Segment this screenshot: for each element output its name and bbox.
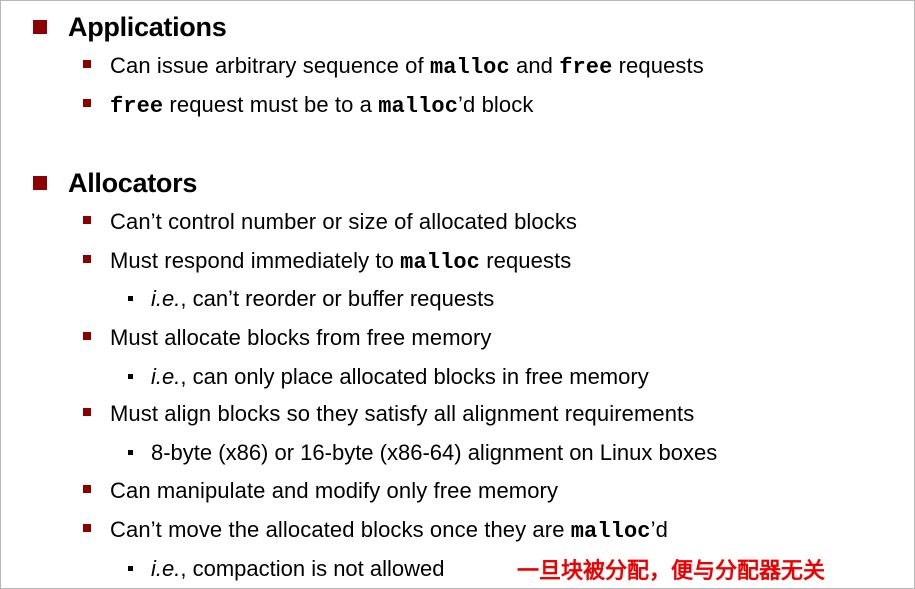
item-text: i.e., compaction is not allowed [151, 556, 445, 581]
code-malloc: malloc [400, 249, 480, 275]
square-bullet-icon [83, 216, 91, 224]
item-text: i.e., can only place allocated blocks in… [151, 364, 649, 389]
heading-allocators: Allocators [33, 166, 197, 200]
sub-bullet-item: i.e., can only place allocated blocks in… [128, 363, 649, 391]
small-square-bullet-icon [128, 449, 133, 455]
item-text: 8-byte (x86) or 16-byte (x86-64) alignme… [151, 440, 718, 465]
heading-text: Allocators [68, 167, 198, 198]
bullet-item: free request must be to a malloc’d block [83, 91, 533, 119]
item-text: Must respond immediately to malloc reque… [110, 247, 572, 275]
heading-text: Applications [68, 11, 227, 42]
square-bullet-icon [83, 60, 91, 68]
item-text: i.e., can’t reorder or buffer requests [151, 286, 495, 311]
square-bullet-icon [83, 485, 91, 493]
item-text: Must allocate blocks from free memory [110, 325, 492, 350]
square-bullet-icon [83, 332, 91, 340]
small-square-bullet-icon [128, 295, 133, 301]
bullet-item: Can issue arbitrary sequence of malloc a… [83, 52, 704, 80]
code-free: free [110, 93, 164, 119]
square-bullet-icon [33, 20, 47, 34]
slide: Applications Can issue arbitrary sequenc… [0, 0, 915, 589]
small-square-bullet-icon [128, 565, 133, 571]
sub-bullet-item: 8-byte (x86) or 16-byte (x86-64) alignme… [128, 439, 717, 467]
bullet-item: Can’t control number or size of allocate… [83, 208, 577, 236]
code-malloc: malloc [429, 54, 510, 80]
square-bullet-icon [83, 255, 91, 263]
sub-bullet-item: i.e., compaction is not allowed [128, 555, 445, 583]
red-annotation: 一旦块被分配，便与分配器无关 [517, 559, 826, 584]
bullet-item: Must respond immediately to malloc reque… [83, 247, 571, 275]
item-text: Can issue arbitrary sequence of malloc a… [110, 52, 704, 80]
item-text: free request must be to a malloc’d block [110, 91, 534, 119]
item-text: Can manipulate and modify only free memo… [110, 478, 559, 503]
item-text: Must align blocks so they satisfy all al… [110, 401, 695, 426]
code-free: free [559, 54, 613, 80]
code-malloc: malloc [570, 518, 651, 544]
code-malloc: malloc [378, 93, 459, 119]
bullet-item: Can’t move the allocated blocks once the… [83, 516, 668, 544]
bullet-item: Can manipulate and modify only free memo… [83, 477, 558, 505]
bullet-item: Must align blocks so they satisfy all al… [83, 400, 694, 428]
sub-bullet-item: i.e., can’t reorder or buffer requests [128, 285, 494, 313]
square-bullet-icon [83, 99, 91, 107]
square-bullet-icon [83, 524, 91, 532]
item-text: Can’t move the allocated blocks once the… [110, 516, 668, 544]
square-bullet-icon [33, 176, 47, 190]
square-bullet-icon [83, 408, 91, 416]
item-text: Can’t control number or size of allocate… [110, 209, 578, 234]
small-square-bullet-icon [128, 373, 133, 379]
heading-applications: Applications [33, 10, 227, 44]
bullet-item: Must allocate blocks from free memory [83, 324, 491, 352]
